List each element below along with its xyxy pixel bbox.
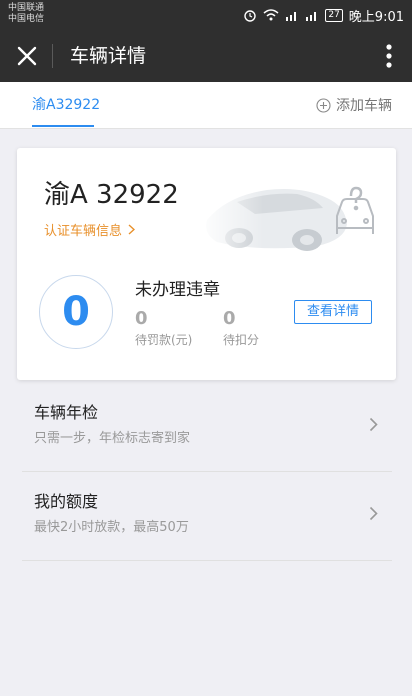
clock: 晚上9:01 (348, 9, 404, 25)
chevron-right-icon (369, 506, 378, 521)
signal-icon (286, 12, 297, 21)
pending-points-label: 待扣分 (223, 333, 260, 347)
more-options-icon[interactable] (384, 42, 394, 70)
list-item-subtitle: 最快2小时放款，最高50万 (34, 520, 189, 535)
list-divider (22, 560, 392, 561)
plus-circle-icon (316, 97, 331, 113)
verify-vehicle-link[interactable]: 认证车辆信息 (44, 220, 136, 239)
pending-fine-label: 待罚款(元) (135, 333, 193, 347)
list-item-title: 我的额度 (34, 492, 99, 511)
vehicle-card: 渝A 32922 认证车辆信息 0 未办理违章 0 待罚款(元) 0 待扣分 查… (17, 148, 396, 380)
status-icons: 27 晚上9:01 (243, 6, 404, 25)
title-bar: 车辆详情 (0, 30, 412, 82)
wifi-icon (263, 9, 279, 21)
view-details-button[interactable]: 查看详情 (294, 300, 372, 324)
battery-icon: 27 (325, 8, 343, 22)
list-item-credit-limit[interactable]: 我的额度 最快2小时放款，最高50万 (22, 472, 392, 560)
add-vehicle-label: 添加车辆 (336, 98, 392, 114)
carrier-1: 中国联通 (8, 3, 45, 13)
chevron-right-icon (128, 224, 136, 235)
title-divider (52, 44, 53, 68)
car-illustration-icon (197, 162, 387, 272)
carrier-2: 中国电信 (8, 14, 45, 24)
status-bar: 中国联通 中国电信 27 晚上9:01 (0, 0, 412, 30)
list-item-annual-inspection[interactable]: 车辆年检 只需一步，年检标志寄到家 (22, 383, 392, 471)
add-vehicle-button[interactable]: 添加车辆 (316, 82, 392, 128)
list-item-subtitle: 只需一步，年检标志寄到家 (34, 431, 191, 446)
signal-icon-2 (306, 12, 317, 21)
page-title: 车辆详情 (70, 45, 147, 67)
tab-vehicle-plate[interactable]: 渝A32922 (32, 82, 100, 126)
carrier-info: 中国联通 中国电信 (8, 3, 44, 25)
pending-fine-value: 0 (135, 308, 148, 329)
tab-active-indicator (32, 125, 94, 127)
pending-points-value: 0 (223, 308, 236, 329)
alarm-icon (244, 10, 257, 22)
violation-count: 0 (39, 275, 113, 349)
vehicle-tab-bar: 渝A32922 添加车辆 (0, 82, 412, 129)
plate-number: 渝A 32922 (44, 180, 179, 210)
violation-status: 未办理违章 (135, 280, 220, 300)
close-icon[interactable] (14, 43, 40, 69)
verify-vehicle-label: 认证车辆信息 (44, 224, 123, 239)
list-item-title: 车辆年检 (34, 403, 99, 422)
chevron-right-icon (369, 417, 378, 432)
